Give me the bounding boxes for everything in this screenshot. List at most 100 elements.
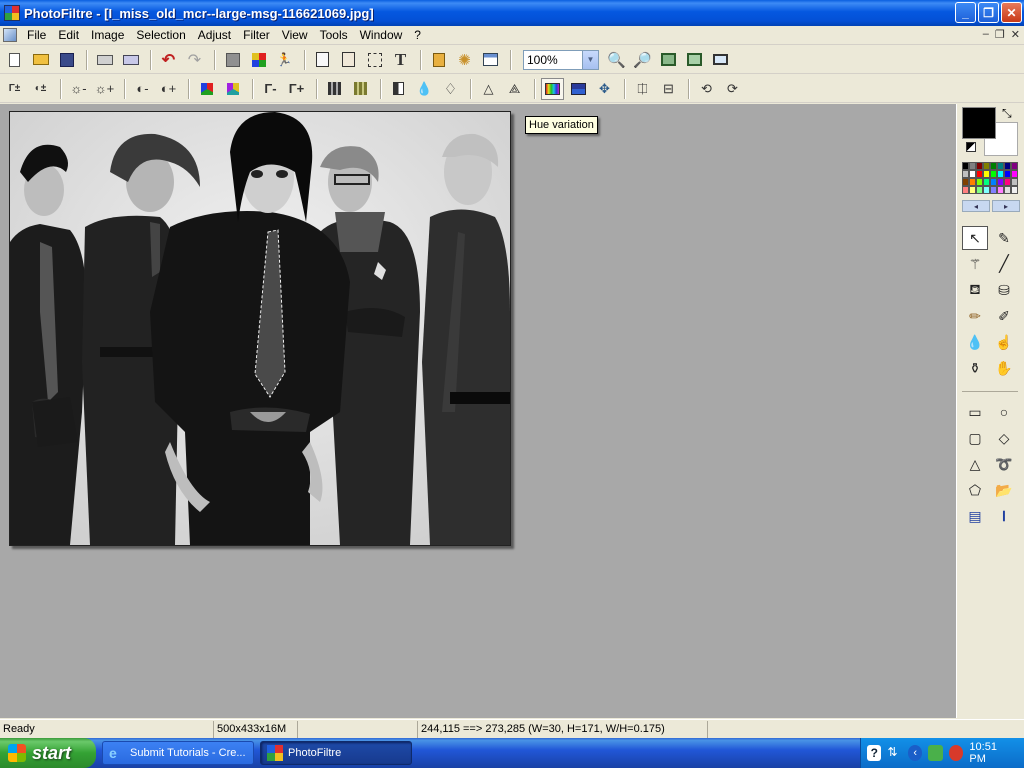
menu-help[interactable]: ? xyxy=(408,28,427,42)
color-swatch[interactable] xyxy=(1011,162,1018,170)
image-size-button[interactable] xyxy=(311,49,334,71)
spray-tool[interactable]: ⛁ xyxy=(991,278,1017,302)
text-button[interactable]: T xyxy=(389,49,412,71)
palette-next-button[interactable]: ▸ xyxy=(992,200,1020,212)
menu-window[interactable]: Window xyxy=(354,28,409,42)
load-shape-tool[interactable]: 📂 xyxy=(991,478,1017,502)
taskbar-item-ie[interactable]: e Submit Tutorials - Cre... xyxy=(102,741,254,765)
actual-size-button[interactable] xyxy=(683,49,706,71)
color-swatch[interactable] xyxy=(1004,178,1011,186)
menu-selection[interactable]: Selection xyxy=(130,28,191,42)
flip-vertical-button[interactable]: ⊟ xyxy=(657,78,680,100)
crop-button[interactable] xyxy=(363,49,386,71)
triangle-shape-tool[interactable]: △ xyxy=(962,452,988,476)
color-swatches[interactable] xyxy=(962,162,1020,194)
brightness-minus-button[interactable]: ☼- xyxy=(67,78,90,100)
grid-filter-button[interactable] xyxy=(323,78,346,100)
color-swatch[interactable] xyxy=(990,178,997,186)
print-button[interactable] xyxy=(93,49,116,71)
color-swatch[interactable] xyxy=(997,170,1004,178)
color-swatch[interactable] xyxy=(983,162,990,170)
color-swatch[interactable] xyxy=(997,162,1004,170)
color-picker-tool[interactable]: ✎ xyxy=(991,226,1017,250)
line-tool[interactable]: ╱ xyxy=(991,252,1017,276)
invert-button[interactable] xyxy=(387,78,410,100)
blur-tool[interactable]: 💧 xyxy=(962,330,988,354)
taskbar-item-photofiltre[interactable]: PhotoFiltre xyxy=(260,741,412,765)
clone-stamp-tool[interactable]: ⚱ xyxy=(962,356,988,380)
explorer-button[interactable] xyxy=(427,49,450,71)
rounded-rect-shape-tool[interactable]: ▢ xyxy=(962,426,988,450)
photo-canvas[interactable] xyxy=(9,111,511,546)
brush-tool[interactable]: ✏ xyxy=(962,304,988,328)
minimize-button[interactable]: _ xyxy=(955,2,976,23)
color-swatch[interactable] xyxy=(983,170,990,178)
chevron-down-icon[interactable]: ▼ xyxy=(582,50,598,69)
color-palette-button[interactable] xyxy=(247,49,270,71)
color-swatch[interactable] xyxy=(990,162,997,170)
effect-button[interactable]: ✥ xyxy=(593,78,616,100)
undo-button[interactable]: ↶ xyxy=(157,49,180,71)
menu-tools[interactable]: Tools xyxy=(314,28,354,42)
menu-filter[interactable]: Filter xyxy=(237,28,276,42)
saturation-plus-button[interactable] xyxy=(221,78,244,100)
swap-colors-icon[interactable]: ⤡ xyxy=(1002,106,1012,121)
magic-wand-tool[interactable]: ⚚ xyxy=(962,252,988,276)
palette-prev-button[interactable]: ◂ xyxy=(962,200,990,212)
home-icon[interactable] xyxy=(928,745,943,761)
fullscreen-button[interactable] xyxy=(709,49,732,71)
color-swatch[interactable] xyxy=(962,170,969,178)
menu-image[interactable]: Image xyxy=(85,28,130,42)
menu-file[interactable]: File xyxy=(21,28,52,42)
color-swatch[interactable] xyxy=(969,162,976,170)
start-button[interactable]: start xyxy=(0,738,96,768)
band-photo[interactable] xyxy=(10,112,510,545)
title-bar[interactable]: PhotoFiltre - [I_miss_old_mcr--large-msg… xyxy=(0,0,1024,26)
color-swatch[interactable] xyxy=(983,186,990,194)
color-swatch[interactable] xyxy=(962,162,969,170)
color-swatch[interactable] xyxy=(990,170,997,178)
color-swatch[interactable] xyxy=(976,178,983,186)
hue-variation-button[interactable] xyxy=(541,77,564,100)
color-swatch[interactable] xyxy=(976,162,983,170)
sharpen-button[interactable]: ♢ xyxy=(439,78,462,100)
color-swatch[interactable] xyxy=(997,186,1004,194)
auto-contrast-button[interactable]: ◐± xyxy=(29,78,52,100)
reset-colors-icon[interactable] xyxy=(966,142,976,152)
color-swatch[interactable] xyxy=(1011,178,1018,186)
rectangle-shape-tool[interactable]: ▭ xyxy=(962,400,988,424)
open-button[interactable] xyxy=(29,49,52,71)
gamma-plus-button[interactable]: Γ+ xyxy=(285,78,308,100)
zoom-out-button[interactable]: 🔎 xyxy=(631,49,654,71)
menu-view[interactable]: View xyxy=(276,28,314,42)
gamma-minus-button[interactable]: Γ- xyxy=(259,78,282,100)
contrast-plus-button[interactable]: ◐+ xyxy=(157,78,180,100)
polygon-tool[interactable]: ⬠ xyxy=(962,478,988,502)
brightness-plus-button[interactable]: ☼+ xyxy=(93,78,116,100)
smudge-tool[interactable]: ☝ xyxy=(991,330,1017,354)
scan-button[interactable] xyxy=(119,49,142,71)
redo-button[interactable]: ↷ xyxy=(183,49,206,71)
plugins-button[interactable]: ✺ xyxy=(453,49,476,71)
new-button[interactable] xyxy=(3,49,26,71)
color-swatch[interactable] xyxy=(990,186,997,194)
saturation-minus-button[interactable] xyxy=(195,78,218,100)
document-restore-button[interactable]: ❐ xyxy=(995,28,1005,41)
color-swatch[interactable] xyxy=(969,170,976,178)
color-swatch[interactable] xyxy=(962,186,969,194)
menu-edit[interactable]: Edit xyxy=(52,28,85,42)
image-workspace[interactable]: Hue variation xyxy=(0,104,956,718)
document-close-button[interactable]: ✕ xyxy=(1011,28,1020,41)
triangle-button[interactable]: △ xyxy=(477,78,500,100)
color-swatch[interactable] xyxy=(983,178,990,186)
diamond-shape-tool[interactable]: ◇ xyxy=(991,426,1017,450)
color-swatch[interactable] xyxy=(969,178,976,186)
color-swatch[interactable] xyxy=(969,186,976,194)
color-swatch[interactable] xyxy=(1011,170,1018,178)
grid-color-button[interactable] xyxy=(349,78,372,100)
ellipse-shape-tool[interactable]: ○ xyxy=(991,400,1017,424)
fit-window-button[interactable] xyxy=(657,49,680,71)
restore-button[interactable]: ❐ xyxy=(978,2,999,23)
color-swatch[interactable] xyxy=(1004,162,1011,170)
save-button[interactable] xyxy=(55,49,78,71)
